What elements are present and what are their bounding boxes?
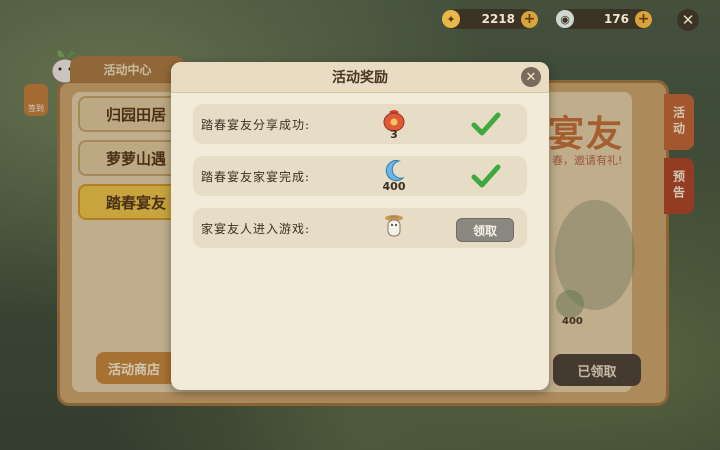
reward-qty: 3 (390, 128, 398, 141)
check-icon (471, 163, 501, 189)
reward-row: 踏春宴友分享成功: 3 (193, 104, 527, 144)
modal-close-icon[interactable]: ✕ (521, 67, 541, 87)
close-icon[interactable]: ✕ (677, 9, 699, 31)
reward-qty: 400 (382, 180, 406, 193)
check-icon (471, 111, 501, 137)
blue-moon-icon: 400 (379, 158, 409, 194)
coin-icon: ✦ (442, 10, 460, 28)
gem-value: 176 (603, 12, 629, 26)
cat-figure-icon (379, 210, 409, 246)
reward-label: 家宴友人进入游戏: (201, 221, 311, 236)
coin-counter: ✦ 2218 + (442, 9, 538, 29)
gem-icon: ◉ (556, 10, 574, 28)
coin-value: 2218 (481, 12, 515, 26)
reward-row: 家宴友人进入游戏: 领取 (193, 208, 527, 248)
reward-label: 踏春宴友分享成功: (201, 117, 311, 132)
reward-label: 踏春宴友家宴完成: (201, 169, 311, 184)
add-coin-button[interactable]: + (521, 10, 538, 28)
reward-modal: 活动奖励 ✕ 踏春宴友分享成功: 3 踏春宴友家宴完成: 400 家宴友人进入游… (171, 62, 549, 390)
gem-counter: ◉ 176 + (556, 9, 652, 29)
claim-button[interactable]: 领取 (456, 218, 514, 242)
modal-title: 活动奖励 (332, 70, 388, 86)
add-gem-button[interactable]: + (635, 10, 652, 28)
reward-row: 踏春宴友家宴完成: 400 (193, 156, 527, 196)
modal-header: 活动奖励 (171, 62, 549, 93)
red-pouch-icon: 3 (379, 106, 409, 142)
